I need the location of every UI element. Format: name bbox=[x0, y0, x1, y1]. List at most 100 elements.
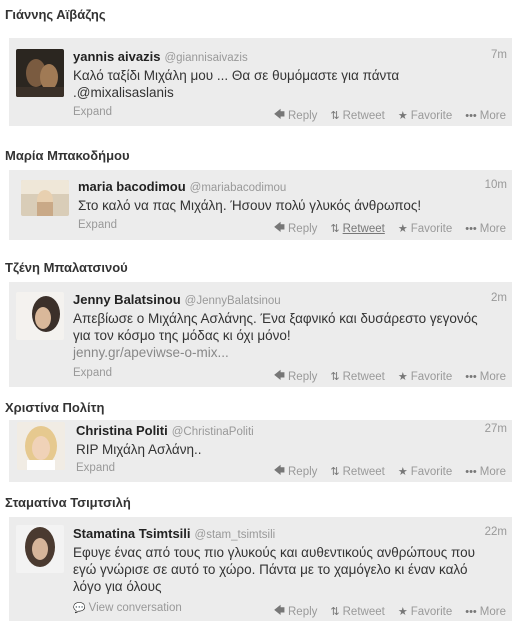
speech-bubble-icon: 💬 bbox=[73, 603, 86, 614]
retweet-icon: ⇅ bbox=[330, 466, 340, 478]
tweet-header: Jenny Balatsinou @JennyBalatsinou bbox=[73, 292, 281, 307]
tweet-text-line: για τον κόσμο της μόδας κι όχι μόνο! bbox=[73, 328, 291, 343]
section-name: Τζένη Μπαλατσινού bbox=[5, 260, 128, 275]
tweet-actions: 🡄 Reply ⇅ Retweet ★ Favorite ••• More bbox=[274, 367, 506, 386]
star-icon: ★ bbox=[397, 110, 408, 122]
star-icon: ★ bbox=[397, 466, 408, 478]
tweet-timestamp[interactable]: 10m bbox=[485, 179, 507, 191]
more-button[interactable]: ••• More bbox=[465, 106, 506, 125]
tweet-text: Καλό ταξίδι Μιχάλη μου ... Θα σε θυμόμασ… bbox=[73, 67, 504, 101]
more-button[interactable]: ••• More bbox=[465, 602, 506, 621]
retweet-icon: ⇅ bbox=[330, 606, 340, 618]
favorite-button[interactable]: ★ Favorite bbox=[398, 602, 452, 621]
star-icon: ★ bbox=[397, 371, 408, 383]
tweet-text: Στο καλό να πας Μιχάλη. Ήσουν πολύ γλυκό… bbox=[78, 197, 504, 214]
reply-label: Reply bbox=[288, 222, 318, 235]
section-name: Μαρία Μπακοδήμου bbox=[5, 148, 130, 163]
retweet-button[interactable]: ⇅ Retweet bbox=[330, 367, 384, 386]
favorite-button[interactable]: ★ Favorite bbox=[398, 219, 452, 238]
reply-label: Reply bbox=[288, 605, 318, 618]
retweet-label: Retweet bbox=[342, 109, 385, 122]
favorite-button[interactable]: ★ Favorite bbox=[398, 106, 452, 125]
retweet-button[interactable]: ⇅ Retweet bbox=[330, 219, 384, 238]
retweet-button[interactable]: ⇅ Retweet bbox=[330, 462, 384, 481]
tweet-handle[interactable]: @ChristinaPoliti bbox=[172, 426, 254, 438]
tweet-actions: 🡄 Reply ⇅ Retweet ★ Favorite ••• More bbox=[274, 219, 506, 238]
ellipsis-icon: ••• bbox=[465, 109, 477, 122]
more-button[interactable]: ••• More bbox=[465, 219, 506, 238]
favorite-label: Favorite bbox=[410, 109, 453, 122]
avatar[interactable] bbox=[16, 525, 64, 573]
retweet-icon: ⇅ bbox=[330, 223, 340, 235]
tweet-card: Christina Politi @ChristinaPoliti 27m RIP… bbox=[9, 420, 512, 482]
reply-arrow-icon: 🡄 bbox=[273, 605, 285, 617]
tweet-link[interactable]: jenny.gr/apeviwse-o-mix... bbox=[73, 344, 504, 361]
reply-button[interactable]: 🡄 Reply bbox=[274, 602, 318, 621]
tweet-actions: 🡄 Reply ⇅ Retweet ★ Favorite ••• More bbox=[274, 462, 506, 481]
view-conversation-link[interactable]: 💬 View conversation bbox=[73, 602, 182, 614]
retweet-icon: ⇅ bbox=[330, 110, 340, 122]
favorite-button[interactable]: ★ Favorite bbox=[398, 367, 452, 386]
tweet-timestamp[interactable]: 22m bbox=[485, 526, 507, 538]
reply-label: Reply bbox=[288, 465, 318, 478]
favorite-label: Favorite bbox=[410, 222, 453, 235]
expand-link[interactable]: Expand bbox=[78, 219, 117, 231]
retweet-button[interactable]: ⇅ Retweet bbox=[330, 106, 384, 125]
tweet-fullname[interactable]: yannis aivazis bbox=[73, 49, 160, 64]
tweet-actions: 🡄 Reply ⇅ Retweet ★ Favorite ••• More bbox=[274, 106, 506, 125]
tweet-card: maria bacodimou @mariabacodimou 10m Στο κ… bbox=[9, 170, 512, 240]
tweet-timestamp[interactable]: 7m bbox=[491, 49, 507, 61]
tweet-fullname[interactable]: Jenny Balatsinou bbox=[73, 292, 181, 307]
tweet-handle[interactable]: @stam_tsimtsili bbox=[195, 529, 276, 541]
tweet-fullname[interactable]: maria bacodimou bbox=[78, 179, 186, 194]
more-button[interactable]: ••• More bbox=[465, 462, 506, 481]
tweet-fullname[interactable]: Stamatina Tsimtsili bbox=[73, 526, 191, 541]
retweet-label: Retweet bbox=[342, 222, 385, 235]
tweet-card: Stamatina Tsimtsili @stam_tsimtsili 22m Ε… bbox=[9, 517, 512, 621]
tweet-timestamp[interactable]: 27m bbox=[485, 423, 507, 435]
tweet-handle[interactable]: @mariabacodimou bbox=[190, 182, 287, 194]
reply-arrow-icon: 🡄 bbox=[273, 222, 285, 234]
reply-button[interactable]: 🡄 Reply bbox=[274, 219, 318, 238]
star-icon: ★ bbox=[397, 223, 408, 235]
expand-link[interactable]: Expand bbox=[73, 106, 112, 118]
retweet-label: Retweet bbox=[342, 465, 385, 478]
avatar[interactable] bbox=[21, 180, 69, 216]
tweet-text: RIP Μιχάλη Ασλάνη.. bbox=[76, 441, 504, 458]
reply-arrow-icon: 🡄 bbox=[273, 370, 285, 382]
reply-arrow-icon: 🡄 bbox=[273, 109, 285, 121]
tweet-header: Christina Politi @ChristinaPoliti bbox=[76, 423, 254, 438]
favorite-label: Favorite bbox=[410, 370, 453, 383]
tweet-text-line: Εφυγε ένας από τους πιο γλυκούς και αυθε… bbox=[73, 545, 476, 560]
tweet-fullname[interactable]: Christina Politi bbox=[76, 423, 168, 438]
tweet-text: Απεβίωσε ο Μιχάλης Ασλάνης. Ένα ξαφνικό … bbox=[73, 310, 504, 361]
tweet-text-line: Απεβίωσε ο Μιχάλης Ασλάνης. Ένα ξαφνικό … bbox=[73, 311, 478, 326]
favorite-button[interactable]: ★ Favorite bbox=[398, 462, 452, 481]
ellipsis-icon: ••• bbox=[465, 605, 477, 618]
avatar[interactable] bbox=[16, 292, 64, 340]
retweet-icon: ⇅ bbox=[330, 371, 340, 383]
favorite-label: Favorite bbox=[410, 465, 453, 478]
tweet-timestamp[interactable]: 2m bbox=[491, 292, 507, 304]
tweet-text-line: Στο καλό να πας Μιχάλη. Ήσουν πολύ γλυκό… bbox=[78, 198, 422, 213]
tweet-text-line: λόγο για όλους bbox=[73, 579, 162, 594]
tweet-actions: 🡄 Reply ⇅ Retweet ★ Favorite ••• More bbox=[274, 602, 506, 621]
tweet-text-line: Καλό ταξίδι Μιχάλη μου ... Θα σε θυμόμασ… bbox=[73, 68, 400, 83]
section-name: Γιάννης Αϊβάζης bbox=[5, 7, 106, 22]
more-label: More bbox=[479, 605, 506, 618]
reply-button[interactable]: 🡄 Reply bbox=[274, 462, 318, 481]
more-button[interactable]: ••• More bbox=[465, 367, 506, 386]
tweet-handle[interactable]: @giannisaivazis bbox=[164, 52, 247, 64]
expand-link[interactable]: Expand bbox=[76, 462, 115, 474]
reply-label: Reply bbox=[288, 370, 318, 383]
retweet-label: Retweet bbox=[342, 605, 385, 618]
avatar[interactable] bbox=[16, 49, 64, 97]
tweet-header: yannis aivazis @giannisaivazis bbox=[73, 49, 248, 64]
reply-button[interactable]: 🡄 Reply bbox=[274, 367, 318, 386]
reply-button[interactable]: 🡄 Reply bbox=[274, 106, 318, 125]
avatar[interactable] bbox=[17, 422, 65, 470]
tweet-handle[interactable]: @JennyBalatsinou bbox=[185, 295, 281, 307]
expand-link[interactable]: Expand bbox=[73, 367, 112, 379]
tweet-text-line: εγώ γνώρισε σε αυτό το χώρο. Πάντα με το… bbox=[73, 562, 468, 577]
retweet-button[interactable]: ⇅ Retweet bbox=[330, 602, 384, 621]
